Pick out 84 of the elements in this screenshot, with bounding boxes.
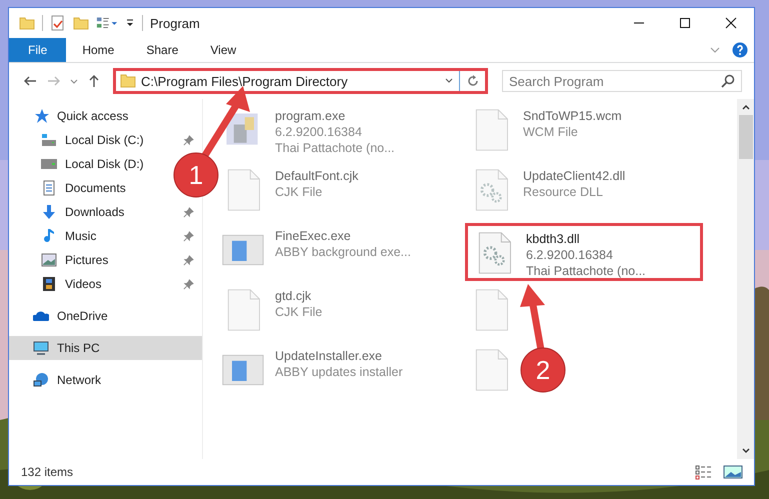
ribbon-tab[interactable]: Home bbox=[66, 38, 130, 62]
sidebar-label: Local Disk (D:) bbox=[65, 157, 144, 171]
file-item[interactable]: DefaultFont.cjk CJK File bbox=[217, 163, 362, 221]
pin-icon[interactable] bbox=[183, 206, 194, 218]
pc-icon bbox=[33, 340, 49, 356]
sidebar-item[interactable]: Local Disk (C:) bbox=[9, 128, 202, 152]
file-name: SndToWP15.wcm bbox=[523, 108, 622, 124]
ribbon-tab[interactable]: View bbox=[194, 38, 252, 62]
drive-c-icon bbox=[41, 132, 57, 148]
sidebar-item[interactable]: OneDrive bbox=[9, 304, 116, 328]
item-count: 132 items bbox=[21, 465, 74, 479]
sidebar-label: Documents bbox=[65, 181, 126, 195]
file-detail: ABBY updates installer bbox=[275, 364, 403, 380]
file-item[interactable]: UpdateInstaller.exe ABBY updates installer bbox=[217, 343, 407, 401]
drive-icon bbox=[41, 156, 57, 172]
sidebar-item[interactable]: Videos bbox=[9, 272, 202, 296]
sidebar-item[interactable]: Quick access bbox=[9, 104, 136, 128]
ribbon-tab[interactable]: File bbox=[9, 38, 66, 62]
pictures-icon bbox=[41, 252, 57, 268]
sidebar-label: Downloads bbox=[65, 205, 126, 219]
scrollbar[interactable] bbox=[737, 99, 754, 459]
file-item[interactable]: kbdth3.dll 6.2.9200.16384 Thai Pattachote (no... bbox=[465, 223, 703, 281]
pin-icon[interactable] bbox=[183, 230, 194, 242]
sidebar-label: Network bbox=[57, 373, 102, 387]
sidebar-item[interactable]: Pictures bbox=[9, 248, 202, 272]
scroll-thumb[interactable] bbox=[738, 115, 752, 159]
sidebar-item[interactable]: Network bbox=[9, 368, 110, 392]
help-icon[interactable] bbox=[732, 42, 748, 58]
view-icon[interactable] bbox=[96, 15, 118, 31]
file-detail: CJK File bbox=[275, 304, 322, 320]
callout-badge: 2 bbox=[520, 348, 566, 392]
file-name: UpdateInstaller.exe bbox=[275, 348, 384, 364]
sidebar-label: Quick access bbox=[57, 109, 128, 123]
sidebar-item[interactable]: Music bbox=[9, 224, 202, 248]
file-item[interactable]: UpdateClient42.dll Resource DLL bbox=[465, 163, 630, 221]
file-name: DefaultFont.cjk bbox=[275, 168, 358, 184]
sidebar-label: Pictures bbox=[65, 253, 110, 267]
file-item[interactable]: gtd.cjk CJK File bbox=[217, 283, 326, 341]
pin-icon[interactable] bbox=[183, 134, 194, 146]
file-name: gtd.cjk bbox=[275, 288, 312, 304]
file-detail: Resource DLL bbox=[523, 184, 604, 200]
file-name: FineExec.exe bbox=[275, 228, 352, 244]
address-path: C:\Program Files\Program Directory bbox=[141, 74, 349, 88]
search-field[interactable]: Search Program bbox=[502, 70, 742, 92]
sidebar-item[interactable]: Downloads bbox=[9, 200, 202, 224]
address-field[interactable]: C:\Program Files\Program Directory bbox=[113, 68, 488, 94]
star-icon bbox=[33, 108, 49, 124]
sidebar-item[interactable]: Documents bbox=[9, 176, 134, 200]
downloads-icon bbox=[41, 204, 57, 220]
folder-icon bbox=[120, 73, 136, 89]
file-item[interactable]: program.exe 6.2.9200.16384 Thai Pattachote (no... bbox=[217, 103, 399, 161]
file-detail: 6.2.9200.16384 bbox=[275, 124, 363, 140]
file-item[interactable]: SndToWP15.wcm WCM File bbox=[465, 103, 626, 161]
file-detail: Thai Pattachote (no... bbox=[526, 263, 646, 279]
network-icon bbox=[33, 372, 49, 388]
file-detail: CJK File bbox=[275, 184, 324, 200]
file-detail: Thai Pattachote (no... bbox=[275, 140, 395, 156]
file-item[interactable]: FineExec.exe ABBY background exe... bbox=[217, 223, 415, 281]
large-icons-view-icon[interactable] bbox=[722, 464, 744, 480]
sidebar-item[interactable]: Local Disk (D:) bbox=[9, 152, 152, 176]
documents-icon bbox=[41, 180, 57, 196]
sidebar-label: Music bbox=[65, 229, 98, 243]
file-name: kbdth3.dll bbox=[526, 231, 581, 247]
properties-icon[interactable] bbox=[50, 15, 66, 31]
callout-badge: 1 bbox=[174, 152, 218, 198]
expand-ribbon-icon[interactable] bbox=[710, 45, 720, 55]
file-detail: 6.2.9200.16384 bbox=[526, 247, 614, 263]
sidebar-label: OneDrive bbox=[57, 309, 108, 323]
pin-icon[interactable] bbox=[183, 278, 194, 290]
sidebar-label: Local Disk (C:) bbox=[65, 133, 145, 147]
search-icon[interactable] bbox=[720, 73, 736, 89]
file-name: UpdateClient42.dll bbox=[523, 168, 626, 184]
music-icon bbox=[41, 228, 57, 244]
videos-icon bbox=[41, 276, 57, 292]
window-title: Program bbox=[150, 16, 200, 30]
sidebar-label: Videos bbox=[65, 277, 102, 291]
sidebar-label: This PC bbox=[57, 341, 101, 355]
customize-caret-icon[interactable] bbox=[125, 18, 135, 28]
file-name: program.exe bbox=[275, 108, 346, 124]
file-detail: ABBY background exe... bbox=[275, 244, 411, 260]
file-detail: WCM File bbox=[523, 124, 579, 140]
ribbon-tab[interactable]: Share bbox=[130, 38, 194, 62]
pin-icon[interactable] bbox=[183, 254, 194, 266]
sidebar-item[interactable]: This PC bbox=[9, 336, 202, 360]
